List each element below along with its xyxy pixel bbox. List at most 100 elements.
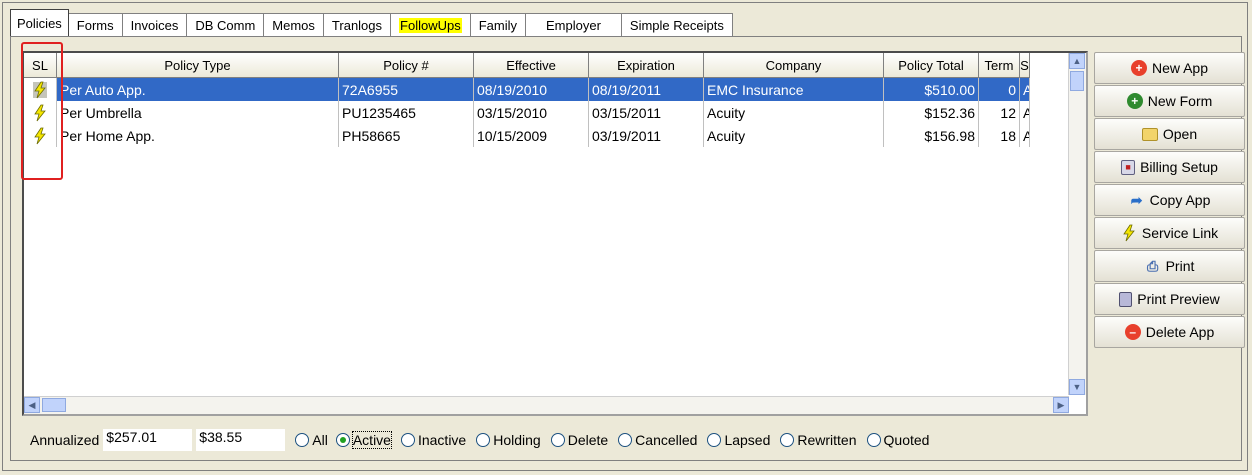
radio-circle[interactable] bbox=[780, 433, 795, 447]
scroll-down-icon[interactable]: ▼ bbox=[1069, 379, 1085, 395]
radio-circle[interactable] bbox=[550, 433, 565, 447]
tab-db-comm[interactable]: DB Comm bbox=[186, 13, 265, 36]
annualized-value-1: $257.01 bbox=[103, 429, 193, 451]
new-app-button[interactable]: + New App bbox=[1094, 52, 1245, 84]
service-link-label: Service Link bbox=[1141, 225, 1219, 241]
print-button[interactable]: ⎙ Print bbox=[1094, 250, 1245, 282]
copy-app-button[interactable]: ➦ Copy App bbox=[1094, 184, 1245, 216]
filter-all-radio[interactable]: All bbox=[295, 432, 328, 448]
radio-circle[interactable] bbox=[295, 433, 310, 447]
minus-red-icon: – bbox=[1124, 324, 1141, 340]
filter-all-label: All bbox=[312, 432, 328, 448]
tab-memos[interactable]: Memos bbox=[263, 13, 324, 36]
filter-cancelled-radio[interactable]: Cancelled bbox=[618, 432, 697, 448]
cell-effective: 10/15/2009 bbox=[474, 124, 589, 147]
billing-icon: ■ bbox=[1121, 159, 1136, 175]
filter-holding-radio[interactable]: Holding bbox=[476, 432, 541, 448]
tab-tranlogs[interactable]: Tranlogs bbox=[322, 13, 392, 36]
tab-strip: Policies Forms Invoices DB Comm Memos Tr… bbox=[10, 9, 733, 36]
plus-red-icon: + bbox=[1130, 60, 1147, 76]
annualized-value-2: $38.55 bbox=[196, 429, 286, 451]
scroll-left-icon[interactable]: ◀ bbox=[24, 397, 40, 413]
tab-invoices[interactable]: Invoices bbox=[121, 13, 188, 36]
tab-employer[interactable]: Employer bbox=[525, 13, 622, 36]
tab-policies[interactable]: Policies bbox=[10, 9, 69, 36]
cell-term: 12 bbox=[979, 101, 1020, 124]
scroll-thumb[interactable] bbox=[1070, 71, 1084, 91]
cell-status: A bbox=[1020, 124, 1030, 147]
delete-app-button[interactable]: – Delete App bbox=[1094, 316, 1245, 348]
col-header-term[interactable]: Term bbox=[979, 53, 1020, 78]
new-app-label: New App bbox=[1151, 60, 1209, 76]
cell-term: 18 bbox=[979, 124, 1020, 147]
cell-policy-total: $510.00 bbox=[884, 78, 979, 101]
filter-lapsed-label: Lapsed bbox=[724, 432, 771, 448]
cell-status: A bbox=[1020, 101, 1030, 124]
col-header-policy-total[interactable]: Policy Total bbox=[884, 53, 979, 78]
radio-circle[interactable] bbox=[476, 433, 491, 447]
tab-followups[interactable]: FollowUps bbox=[390, 13, 471, 36]
col-header-policy-number[interactable]: Policy # bbox=[339, 53, 474, 78]
cell-policy-type: Per Auto App. bbox=[57, 78, 339, 101]
radio-circle[interactable] bbox=[400, 433, 415, 447]
lightning-icon bbox=[1123, 224, 1135, 242]
copy-icon: ➦ bbox=[1130, 191, 1143, 208]
new-form-button[interactable]: + New Form bbox=[1094, 85, 1245, 117]
col-header-policy-type[interactable]: Policy Type bbox=[57, 53, 339, 78]
status-bar: Annualized $257.01 $38.55 All Active Ina… bbox=[30, 427, 929, 453]
tab-forms[interactable]: Forms bbox=[67, 13, 123, 36]
cell-company: EMC Insurance bbox=[704, 78, 884, 101]
filter-rewritten-radio[interactable]: Rewritten bbox=[780, 432, 857, 448]
print-label: Print bbox=[1165, 258, 1195, 274]
new-form-label: New Form bbox=[1147, 93, 1213, 109]
plus-green-icon: + bbox=[1126, 93, 1143, 109]
cell-company: Acuity bbox=[704, 124, 884, 147]
table-row[interactable]: Per Auto App. 72A6955 08/19/2010 08/19/2… bbox=[24, 78, 1030, 101]
filter-lapsed-radio[interactable]: Lapsed bbox=[707, 432, 770, 448]
cell-company: Acuity bbox=[704, 101, 884, 124]
filter-active-label: Active bbox=[351, 431, 392, 449]
open-button[interactable]: Open bbox=[1094, 118, 1245, 150]
horizontal-scrollbar[interactable]: ◀ ▶ bbox=[24, 396, 1069, 414]
col-header-status[interactable]: S bbox=[1020, 53, 1030, 78]
billing-setup-label: Billing Setup bbox=[1140, 159, 1218, 175]
col-header-expiration[interactable]: Expiration bbox=[589, 53, 704, 78]
filter-cancelled-label: Cancelled bbox=[635, 432, 698, 448]
cell-effective: 03/15/2010 bbox=[474, 101, 589, 124]
table-row[interactable]: Per Umbrella PU1235465 03/15/2010 03/15/… bbox=[24, 101, 1030, 124]
radio-circle[interactable] bbox=[335, 433, 350, 447]
scroll-right-icon[interactable]: ▶ bbox=[1053, 397, 1069, 413]
radio-circle[interactable] bbox=[866, 433, 881, 447]
filter-delete-radio[interactable]: Delete bbox=[550, 432, 609, 448]
copy-app-label: Copy App bbox=[1149, 192, 1211, 208]
radio-circle[interactable] bbox=[707, 433, 722, 447]
print-preview-button[interactable]: Print Preview bbox=[1094, 283, 1245, 315]
col-header-effective[interactable]: Effective bbox=[474, 53, 589, 78]
tab-simple-receipts[interactable]: Simple Receipts bbox=[620, 13, 733, 36]
filter-inactive-radio[interactable]: Inactive bbox=[400, 432, 466, 448]
cell-expiration: 08/19/2011 bbox=[589, 78, 704, 101]
filter-quoted-radio[interactable]: Quoted bbox=[866, 432, 929, 448]
annualized-label: Annualized bbox=[30, 432, 100, 448]
print-preview-icon bbox=[1119, 291, 1133, 307]
cell-policy-total: $156.98 bbox=[884, 124, 979, 147]
cell-term: 0 bbox=[979, 78, 1020, 101]
radio-circle[interactable] bbox=[618, 433, 633, 447]
open-label: Open bbox=[1162, 126, 1198, 142]
filter-active-radio[interactable]: Active bbox=[335, 431, 392, 449]
billing-setup-button[interactable]: ■ Billing Setup bbox=[1094, 151, 1245, 183]
cell-expiration: 03/15/2011 bbox=[589, 101, 704, 124]
print-preview-label: Print Preview bbox=[1137, 291, 1220, 307]
cell-policy-number: PH58665 bbox=[339, 124, 474, 147]
annotation-highlight-box bbox=[21, 42, 63, 180]
filter-delete-label: Delete bbox=[567, 432, 609, 448]
cell-policy-type: Per Home App. bbox=[57, 124, 339, 147]
vertical-scrollbar[interactable]: ▲ ▼ bbox=[1068, 53, 1086, 395]
tab-family[interactable]: Family bbox=[469, 13, 526, 36]
service-link-button[interactable]: Service Link bbox=[1094, 217, 1245, 249]
col-header-company[interactable]: Company bbox=[704, 53, 884, 78]
hscroll-thumb[interactable] bbox=[42, 398, 66, 412]
scroll-up-icon[interactable]: ▲ bbox=[1069, 53, 1085, 69]
folder-icon bbox=[1141, 127, 1158, 141]
table-row[interactable]: Per Home App. PH58665 10/15/2009 03/19/2… bbox=[24, 124, 1030, 147]
